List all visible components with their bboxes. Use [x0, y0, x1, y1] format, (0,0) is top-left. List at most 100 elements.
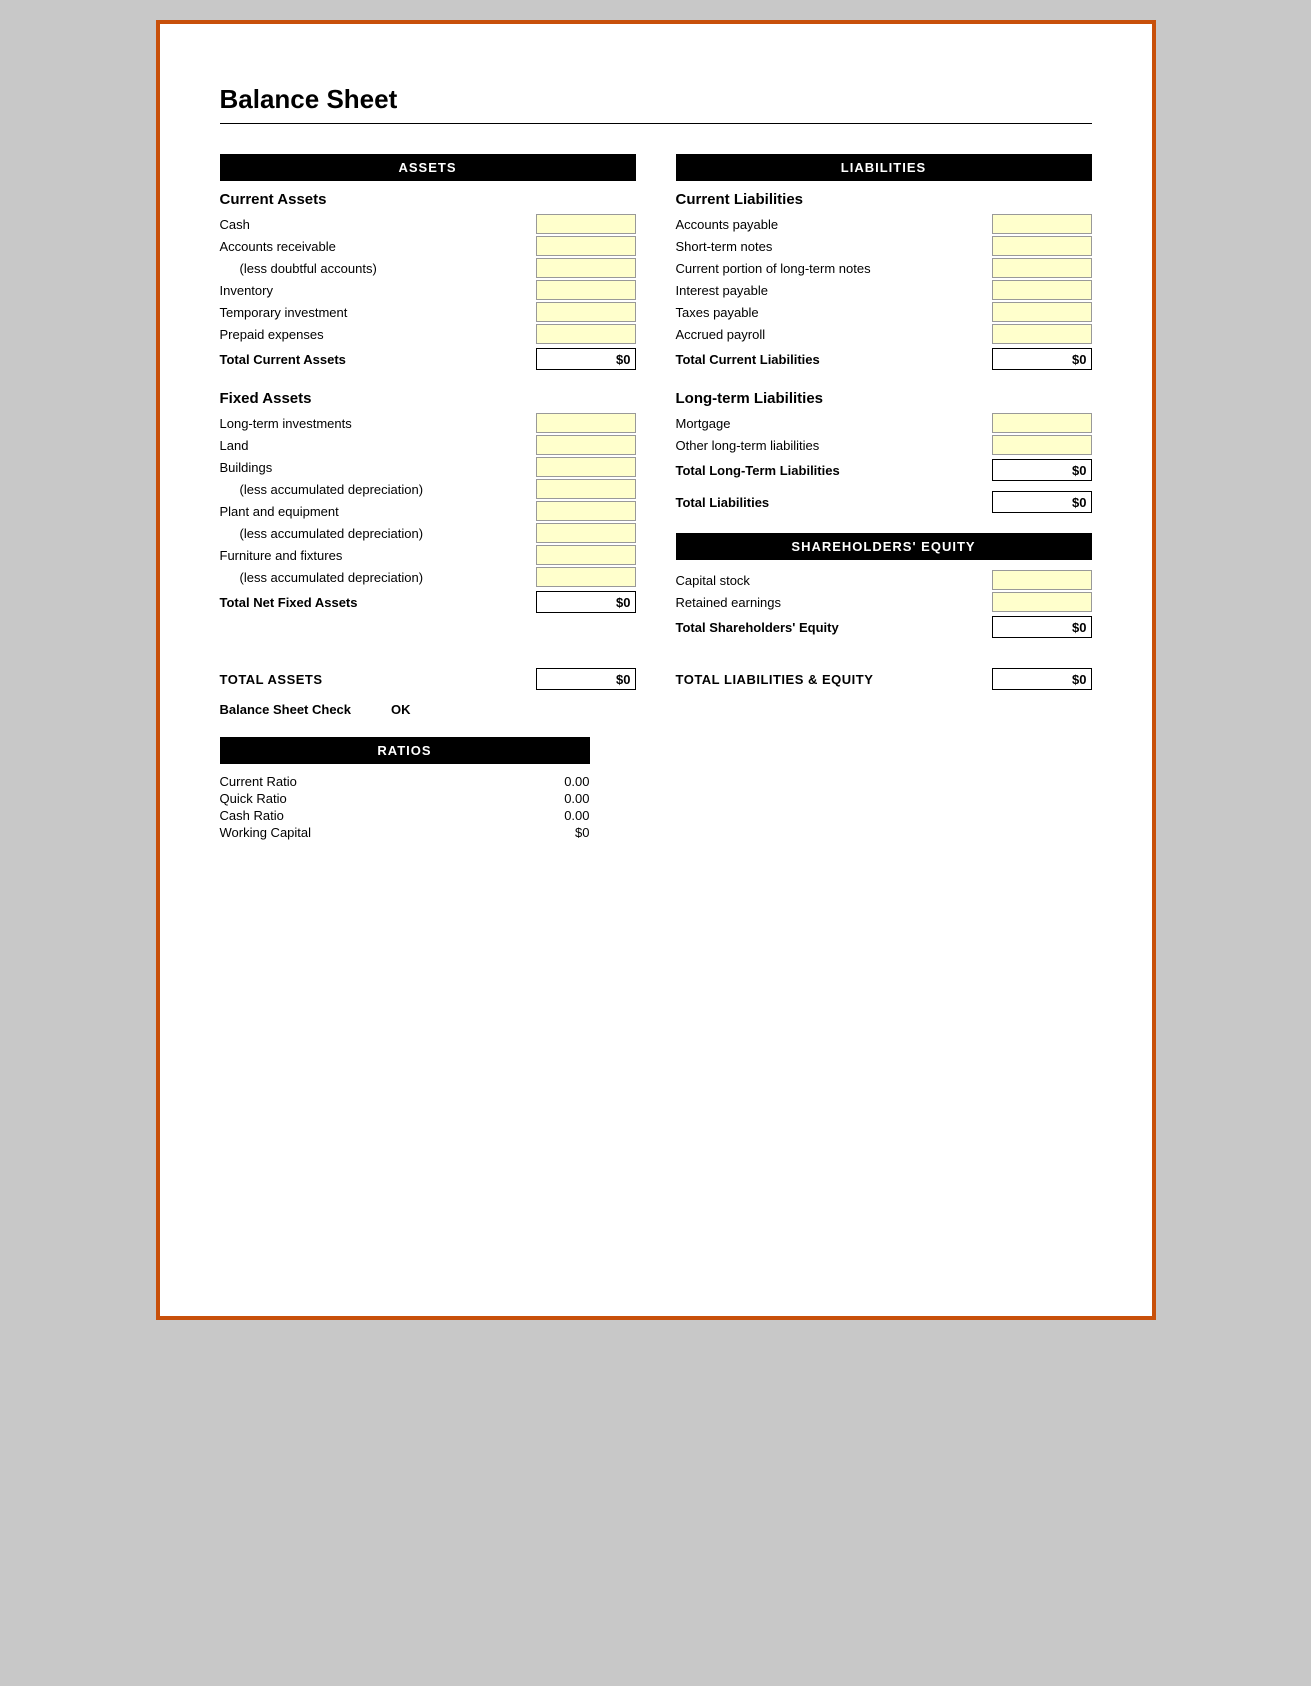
- total-liabilities-equity-label: TOTAL LIABILITIES & EQUITY: [676, 672, 874, 687]
- item-label: Temporary investment: [220, 305, 536, 320]
- list-item: (less accumulated depreciation): [220, 479, 636, 499]
- list-item: (less doubtful accounts): [220, 258, 636, 278]
- item-label: Furniture and fixtures: [220, 548, 536, 563]
- item-label: Other long-term liabilities: [676, 438, 992, 453]
- short-term-notes-input[interactable]: [992, 236, 1092, 256]
- balance-check-label: Balance Sheet Check: [220, 702, 352, 717]
- balance-check-value: OK: [391, 702, 411, 717]
- list-item: Furniture and fixtures: [220, 545, 636, 565]
- total-fixed-assets-value: $0: [536, 591, 636, 613]
- item-label: (less accumulated depreciation): [220, 526, 536, 541]
- ratio-label: Cash Ratio: [220, 808, 510, 823]
- liabilities-column: LIABILITIES Current Liabilities Accounts…: [676, 154, 1092, 648]
- total-liabilities-row: Total Liabilities $0: [676, 491, 1092, 513]
- ratio-label: Quick Ratio: [220, 791, 510, 806]
- fixed-assets-section: Fixed Assets Long-term investments Land …: [220, 390, 636, 613]
- inventory-input[interactable]: [536, 280, 636, 300]
- interest-payable-input[interactable]: [992, 280, 1092, 300]
- prepaid-expenses-input[interactable]: [536, 324, 636, 344]
- ratios-header: RATIOS: [220, 737, 590, 764]
- accounts-payable-input[interactable]: [992, 214, 1092, 234]
- mortgage-input[interactable]: [992, 413, 1092, 433]
- longterm-liabilities-title: Long-term Liabilities: [676, 390, 1092, 407]
- capital-stock-input[interactable]: [992, 570, 1092, 590]
- temporary-investment-input[interactable]: [536, 302, 636, 322]
- list-item: Accrued payroll: [676, 324, 1092, 344]
- item-label: (less doubtful accounts): [220, 261, 536, 276]
- total-current-liabilities-row: Total Current Liabilities $0: [676, 348, 1092, 370]
- current-liabilities-title: Current Liabilities: [676, 191, 1092, 208]
- furniture-depreciation-input[interactable]: [536, 567, 636, 587]
- total-assets-label: TOTAL ASSETS: [220, 672, 323, 687]
- list-item: Inventory: [220, 280, 636, 300]
- list-item: Prepaid expenses: [220, 324, 636, 344]
- buildings-depreciation-input[interactable]: [536, 479, 636, 499]
- list-item: Temporary investment: [220, 302, 636, 322]
- main-columns: ASSETS Current Assets Cash Accounts rece…: [220, 154, 1092, 648]
- ratio-value: $0: [510, 825, 590, 840]
- item-label: Interest payable: [676, 283, 992, 298]
- list-item: Current portion of long-term notes: [676, 258, 1092, 278]
- current-assets-title: Current Assets: [220, 191, 636, 208]
- furniture-fixtures-input[interactable]: [536, 545, 636, 565]
- list-item: Capital stock: [676, 570, 1092, 590]
- total-longterm-liabilities-label: Total Long-Term Liabilities: [676, 463, 992, 478]
- liabilities-header: LIABILITIES: [676, 154, 1092, 181]
- total-equity-label: Total Shareholders' Equity: [676, 620, 992, 635]
- current-longterm-notes-input[interactable]: [992, 258, 1092, 278]
- longterm-investments-input[interactable]: [536, 413, 636, 433]
- list-item: Accounts receivable: [220, 236, 636, 256]
- bottom-totals: TOTAL ASSETS $0 TOTAL LIABILITIES & EQUI…: [220, 658, 1092, 690]
- ratio-value: 0.00: [510, 791, 590, 806]
- list-item: Taxes payable: [676, 302, 1092, 322]
- item-label: Land: [220, 438, 536, 453]
- plant-equipment-input[interactable]: [536, 501, 636, 521]
- total-current-assets-row: Total Current Assets $0: [220, 348, 636, 370]
- ratio-row: Working Capital $0: [220, 825, 590, 840]
- buildings-input[interactable]: [536, 457, 636, 477]
- list-item: (less accumulated depreciation): [220, 567, 636, 587]
- total-current-assets-label: Total Current Assets: [220, 352, 536, 367]
- cash-input[interactable]: [536, 214, 636, 234]
- total-current-assets-value: $0: [536, 348, 636, 370]
- list-item: Buildings: [220, 457, 636, 477]
- ratio-row: Cash Ratio 0.00: [220, 808, 590, 823]
- list-item: Other long-term liabilities: [676, 435, 1092, 455]
- list-item: Land: [220, 435, 636, 455]
- ratio-row: Quick Ratio 0.00: [220, 791, 590, 806]
- retained-earnings-input[interactable]: [992, 592, 1092, 612]
- page-container: Balance Sheet ASSETS Current Assets Cash…: [156, 20, 1156, 1320]
- total-current-liabilities-value: $0: [992, 348, 1092, 370]
- list-item: Interest payable: [676, 280, 1092, 300]
- item-label: Accounts payable: [676, 217, 992, 232]
- plant-depreciation-input[interactable]: [536, 523, 636, 543]
- ratio-value: 0.00: [510, 774, 590, 789]
- assets-column: ASSETS Current Assets Cash Accounts rece…: [220, 154, 636, 648]
- ratios-section: RATIOS Current Ratio 0.00 Quick Ratio 0.…: [220, 737, 590, 840]
- equity-header: SHAREHOLDERS' EQUITY: [676, 533, 1092, 560]
- title-divider: [220, 123, 1092, 124]
- list-item: Long-term investments: [220, 413, 636, 433]
- item-label: Short-term notes: [676, 239, 992, 254]
- less-doubtful-input[interactable]: [536, 258, 636, 278]
- item-label: Mortgage: [676, 416, 992, 431]
- total-liabilities-label: Total Liabilities: [676, 495, 992, 510]
- total-liabilities-equity-value: $0: [992, 668, 1092, 690]
- list-item: Accounts payable: [676, 214, 1092, 234]
- item-label: Accounts receivable: [220, 239, 536, 254]
- total-current-liabilities-label: Total Current Liabilities: [676, 352, 992, 367]
- total-equity-value: $0: [992, 616, 1092, 638]
- item-label: Buildings: [220, 460, 536, 475]
- accounts-receivable-input[interactable]: [536, 236, 636, 256]
- land-input[interactable]: [536, 435, 636, 455]
- other-longterm-liabilities-input[interactable]: [992, 435, 1092, 455]
- equity-section: SHAREHOLDERS' EQUITY Capital stock Retai…: [676, 533, 1092, 638]
- item-label: Prepaid expenses: [220, 327, 536, 342]
- page-title: Balance Sheet: [220, 84, 1092, 115]
- accrued-payroll-input[interactable]: [992, 324, 1092, 344]
- item-label: Plant and equipment: [220, 504, 536, 519]
- total-fixed-assets-label: Total Net Fixed Assets: [220, 595, 536, 610]
- total-assets-row: TOTAL ASSETS $0: [220, 668, 636, 690]
- taxes-payable-input[interactable]: [992, 302, 1092, 322]
- assets-header: ASSETS: [220, 154, 636, 181]
